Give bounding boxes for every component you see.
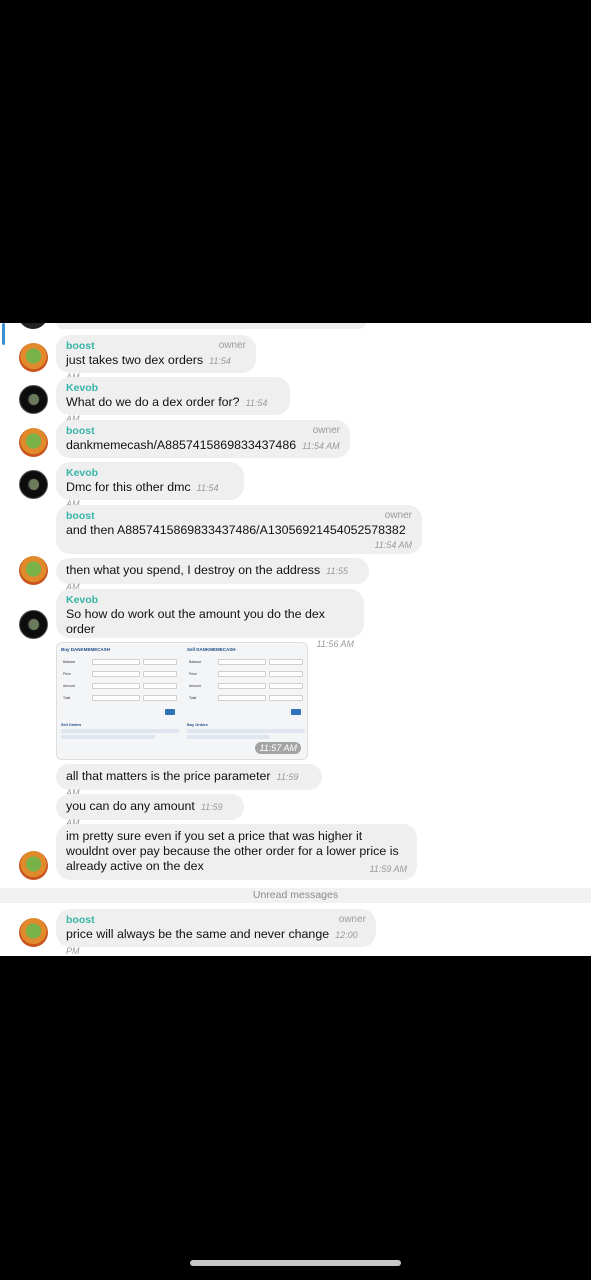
avatar-boost[interactable] — [19, 918, 48, 947]
message-bubble[interactable]: im pretty sure even if you set a price t… — [56, 824, 417, 880]
message-text: just takes two dex orders — [66, 353, 204, 367]
avatar-boost[interactable] — [19, 851, 48, 880]
message-bubble[interactable]: Kevob Dmc for this other dmc 11:54 AM — [56, 462, 244, 509]
avatar-kevob[interactable] — [19, 610, 48, 639]
message-text: What do we do a dex order for? — [66, 395, 240, 409]
message-time: 11:57 AM — [255, 742, 301, 754]
previous-message-bubble — [56, 323, 366, 329]
avatar-boost[interactable] — [19, 428, 48, 457]
message-bubble[interactable]: Kevob What do we do a dex order for? 11:5… — [56, 377, 290, 424]
message-bubble[interactable]: all that matters is the price parameter 1… — [56, 764, 322, 798]
message-text: dankmemecash/A8857415869833437486 — [66, 438, 297, 452]
sender-name[interactable]: boost — [66, 425, 340, 438]
message-bubble[interactable]: then what you spend, I destroy on the ad… — [56, 558, 369, 592]
message-bubble[interactable]: boost owner price will always be the sam… — [56, 909, 376, 956]
sell-title: Sell DANKMEMECASH — [187, 647, 236, 652]
screenshot-attachment[interactable]: Buy DANKMEMECASH Balance Price Amount To… — [56, 642, 308, 760]
sell-button — [291, 709, 301, 715]
buy-orders: Buy Orders — [187, 723, 305, 739]
buy-panel: Buy DANKMEMECASH Balance Price Amount To… — [61, 647, 179, 717]
message-text: So how do work out the amount you do the… — [66, 607, 325, 636]
sender-name[interactable]: boost — [66, 914, 366, 927]
buy-title: Buy DANKMEMECASH — [61, 647, 111, 652]
owner-badge: owner — [312, 425, 340, 436]
owner-badge: owner — [338, 914, 366, 925]
message-text: all that matters is the price parameter — [66, 769, 271, 783]
sender-name[interactable]: boost — [66, 510, 412, 523]
sell-panel: Sell DANKMEMECASH Balance Price Amount T… — [187, 647, 305, 717]
message-text: and then A8857415869833437486/A130569214… — [66, 523, 406, 537]
home-indicator[interactable] — [190, 1260, 401, 1266]
message-bubble[interactable]: boost owner dankmemecash/A88574158698334… — [56, 420, 350, 458]
sender-name[interactable]: Kevob — [66, 382, 280, 395]
previous-avatar — [18, 323, 48, 329]
message-bubble[interactable]: Kevob So how do work out the amount you … — [56, 589, 364, 649]
message-text: you can do any amount — [66, 799, 195, 813]
avatar-kevob[interactable] — [19, 385, 48, 414]
message-text: then what you spend, I destroy on the ad… — [66, 563, 321, 577]
message-time: 11:54 AM — [302, 441, 340, 451]
message-text: price will always be the same and never … — [66, 927, 330, 941]
scroll-indicator — [2, 323, 5, 345]
sender-name[interactable]: Kevob — [66, 594, 354, 607]
owner-badge: owner — [218, 340, 246, 351]
avatar-boost[interactable] — [19, 556, 48, 585]
buy-button — [165, 709, 175, 715]
message-bubble[interactable]: you can do any amount 11:59 AM — [56, 794, 244, 828]
message-text: Dmc for this other dmc — [66, 480, 191, 494]
chat-history[interactable]: boost owner just takes two dex orders 11:… — [0, 323, 591, 956]
unread-divider: Unread messages — [0, 888, 591, 903]
message-bubble[interactable]: boost owner just takes two dex orders 11:… — [56, 335, 256, 382]
sender-name[interactable]: Kevob — [66, 467, 234, 480]
message-bubble[interactable]: boost owner and then A885741586983343748… — [56, 505, 422, 554]
sell-orders: Sell Orders — [61, 723, 179, 739]
avatar-kevob[interactable] — [19, 470, 48, 499]
message-time: 11:54 AM — [374, 540, 412, 550]
avatar-boost[interactable] — [19, 343, 48, 372]
owner-badge: owner — [384, 510, 412, 521]
